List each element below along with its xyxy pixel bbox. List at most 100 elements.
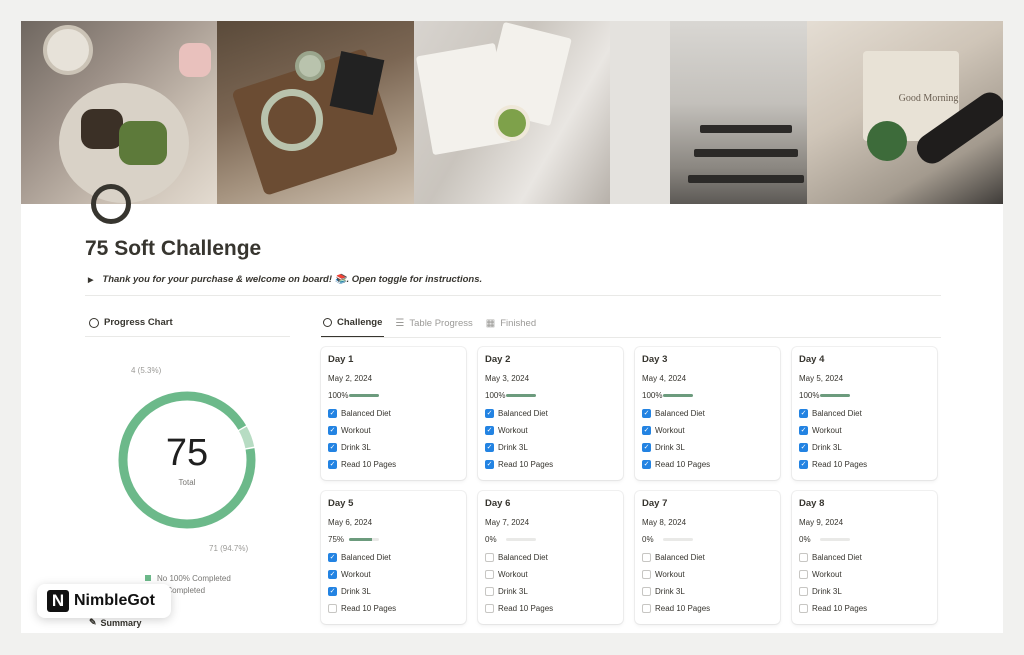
checkbox-empty-icon[interactable] <box>485 587 494 596</box>
checkbox-checked-icon[interactable]: ✓ <box>328 426 337 435</box>
checkbox-empty-icon[interactable] <box>642 587 651 596</box>
task-item[interactable]: ✓ Drink 3L <box>799 439 930 456</box>
checkbox-checked-icon[interactable]: ✓ <box>799 426 808 435</box>
checkbox-checked-icon[interactable]: ✓ <box>328 553 337 562</box>
donut-chart[interactable]: 75 Total <box>115 388 259 532</box>
task-label: Workout <box>655 426 685 435</box>
tab-challenge[interactable]: Challenge <box>321 315 385 338</box>
day-card[interactable]: Day 8 May 9, 2024 0% Balanced Diet Workout Dr… <box>792 491 937 624</box>
day-card[interactable]: Day 6 May 7, 2024 0% Balanced Diet Workout Dr… <box>478 491 623 624</box>
cover-image[interactable]: Good Morning <box>21 21 1003 204</box>
task-item[interactable]: ✓ Drink 3L <box>328 583 459 600</box>
day-card[interactable]: Day 7 May 8, 2024 0% Balanced Diet Workout Dr… <box>635 491 780 624</box>
checkbox-checked-icon[interactable]: ✓ <box>642 409 651 418</box>
task-item[interactable]: Read 10 Pages <box>799 600 930 617</box>
task-item[interactable]: ✓ Drink 3L <box>485 439 616 456</box>
cover-panel-tray <box>217 21 414 204</box>
progress-bar <box>506 538 536 541</box>
task-item[interactable]: Drink 3L <box>485 583 616 600</box>
checkbox-checked-icon[interactable]: ✓ <box>328 409 337 418</box>
card-day: Day 6 <box>485 498 511 509</box>
checkbox-empty-icon[interactable] <box>642 553 651 562</box>
card-date: May 8, 2024 <box>642 518 687 527</box>
progress-fill <box>349 538 372 541</box>
notion-page: Good Morning 75 Soft Challenge ▶ Thank y… <box>21 21 1003 633</box>
checkbox-checked-icon[interactable]: ✓ <box>642 443 651 452</box>
task-item[interactable]: Balanced Diet <box>799 549 930 566</box>
checkbox-checked-icon[interactable]: ✓ <box>485 409 494 418</box>
task-item[interactable]: ✓ Workout <box>799 422 930 439</box>
checkbox-checked-icon[interactable]: ✓ <box>642 426 651 435</box>
task-item[interactable]: Workout <box>799 566 930 583</box>
task-item[interactable]: ✓ Read 10 Pages <box>799 456 930 473</box>
checkbox-empty-icon[interactable] <box>485 570 494 579</box>
task-item[interactable]: Balanced Diet <box>642 549 773 566</box>
checkbox-checked-icon[interactable]: ✓ <box>642 460 651 469</box>
progress-chart-heading[interactable]: Progress Chart <box>89 317 173 328</box>
left-divider <box>85 336 290 337</box>
task-item[interactable]: Drink 3L <box>799 583 930 600</box>
progress-fill <box>663 394 693 397</box>
task-item[interactable]: ✓ Read 10 Pages <box>485 456 616 473</box>
task-item[interactable]: Read 10 Pages <box>642 600 773 617</box>
checkbox-empty-icon[interactable] <box>485 553 494 562</box>
checkbox-checked-icon[interactable]: ✓ <box>328 443 337 452</box>
task-item[interactable]: ✓ Read 10 Pages <box>328 456 459 473</box>
task-item[interactable]: Workout <box>642 566 773 583</box>
checkbox-empty-icon[interactable] <box>328 604 337 613</box>
day-card[interactable]: Day 2 May 3, 2024 100% ✓ Balanced Diet ✓ Worko… <box>478 347 623 480</box>
checkbox-checked-icon[interactable]: ✓ <box>799 443 808 452</box>
card-date: May 9, 2024 <box>799 518 844 527</box>
task-item[interactable]: ✓ Workout <box>485 422 616 439</box>
task-item[interactable]: ✓ Workout <box>328 422 459 439</box>
card-day: Day 4 <box>799 354 825 365</box>
card-day: Day 2 <box>485 354 511 365</box>
checkbox-checked-icon[interactable]: ✓ <box>799 460 808 469</box>
page-circle-icon[interactable] <box>91 184 131 224</box>
tab-table-progress[interactable]: ☰ Table Progress <box>393 315 474 338</box>
task-item[interactable]: Balanced Diet <box>485 549 616 566</box>
task-item[interactable]: Read 10 Pages <box>485 600 616 617</box>
task-item[interactable]: ✓ Balanced Diet <box>328 549 459 566</box>
task-item[interactable]: ✓ Drink 3L <box>642 439 773 456</box>
task-item[interactable]: ✓ Balanced Diet <box>799 405 930 422</box>
progress-bar <box>820 538 850 541</box>
progress-fill <box>349 394 379 397</box>
checkbox-empty-icon[interactable] <box>799 553 808 562</box>
task-label: Drink 3L <box>341 587 371 596</box>
day-card[interactable]: Day 4 May 5, 2024 100% ✓ Balanced Diet ✓ Worko… <box>792 347 937 480</box>
task-item[interactable]: ✓ Balanced Diet <box>328 405 459 422</box>
task-item[interactable]: Workout <box>485 566 616 583</box>
circle-icon <box>323 318 332 327</box>
task-item[interactable]: ✓ Balanced Diet <box>642 405 773 422</box>
summary-heading[interactable]: ✎ Summary <box>89 617 142 628</box>
day-card[interactable]: Day 5 May 6, 2024 75% ✓ Balanced Diet ✓ Workou… <box>321 491 466 624</box>
checkbox-checked-icon[interactable]: ✓ <box>485 460 494 469</box>
task-item[interactable]: ✓ Workout <box>642 422 773 439</box>
checkbox-checked-icon[interactable]: ✓ <box>328 460 337 469</box>
task-item[interactable]: ✓ Drink 3L <box>328 439 459 456</box>
checkbox-checked-icon[interactable]: ✓ <box>485 443 494 452</box>
checkbox-empty-icon[interactable] <box>642 570 651 579</box>
task-item[interactable]: ✓ Workout <box>328 566 459 583</box>
tab-finished[interactable]: ▦ Finished <box>484 315 538 338</box>
checkbox-checked-icon[interactable]: ✓ <box>328 570 337 579</box>
toggle-arrow-icon[interactable]: ▶ <box>88 276 93 284</box>
checkbox-empty-icon[interactable] <box>485 604 494 613</box>
checkbox-checked-icon[interactable]: ✓ <box>485 426 494 435</box>
task-item[interactable]: ✓ Balanced Diet <box>485 405 616 422</box>
task-item[interactable]: Read 10 Pages <box>328 600 459 617</box>
checkbox-empty-icon[interactable] <box>799 570 808 579</box>
checkbox-empty-icon[interactable] <box>799 604 808 613</box>
card-progress: 100% <box>799 391 930 400</box>
checkbox-empty-icon[interactable] <box>799 587 808 596</box>
legend-item[interactable]: No 100% Completed <box>145 572 231 584</box>
checkbox-checked-icon[interactable]: ✓ <box>799 409 808 418</box>
day-card[interactable]: Day 1 May 2, 2024 100% ✓ Balanced Diet ✓ Worko… <box>321 347 466 480</box>
task-item[interactable]: ✓ Read 10 Pages <box>642 456 773 473</box>
checkbox-empty-icon[interactable] <box>642 604 651 613</box>
checkbox-checked-icon[interactable]: ✓ <box>328 587 337 596</box>
day-card[interactable]: Day 3 May 4, 2024 100% ✓ Balanced Diet ✓ Worko… <box>635 347 780 480</box>
task-item[interactable]: Drink 3L <box>642 583 773 600</box>
instructions-toggle[interactable]: ▶ Thank you for your purchase & welcome … <box>88 274 482 285</box>
